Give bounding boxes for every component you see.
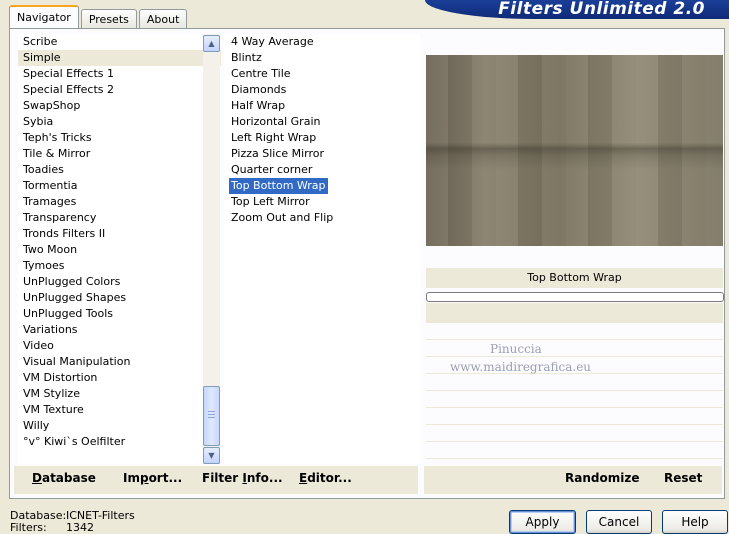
filter-item[interactable]: Top Left Mirror [229,194,312,210]
scroll-up-button[interactable]: ▲ [203,35,220,52]
cancel-button[interactable]: Cancel [586,510,652,534]
category-item[interactable]: VM Distortion [18,370,221,386]
category-item[interactable]: Tymoes [18,258,221,274]
progress-bar [426,292,724,302]
filters-count-label: Filters: [10,521,47,534]
category-item[interactable]: Tile & Mirror [18,146,221,162]
status-area: Database:ICNET-Filters Filters: 1342 [10,510,135,534]
filter-item[interactable]: Zoom Out and Flip [229,210,335,226]
toolbar-left: Database Import... Filter Info... Editor… [14,466,418,494]
tab-presets[interactable]: Presets [80,9,137,28]
filter-items: 4 Way Average Blintz Centre Tile Diamonds Ha… [224,34,420,226]
category-item[interactable]: Special Effects 2 [18,82,221,98]
filter-item[interactable]: Pizza Slice Mirror [229,146,326,162]
category-item[interactable]: VM Stylize [18,386,221,402]
filter-item[interactable]: Half Wrap [229,98,287,114]
filter-info-button[interactable]: Filter Info... [202,471,283,485]
toolbar-right: Randomize Reset [424,466,722,494]
category-item[interactable]: Scribe [18,34,221,50]
randomize-button[interactable]: Randomize [565,471,639,485]
parameter-row [426,408,723,425]
category-item[interactable]: Teph's Tricks [18,130,221,146]
filter-item[interactable]: Horizontal Grain [229,114,322,130]
filter-item[interactable]: Quarter corner [229,162,314,178]
chevron-up-icon: ▲ [208,39,215,48]
filter-list[interactable]: 4 Way Average Blintz Centre Tile Diamonds Ha… [224,34,420,464]
category-item[interactable]: Visual Manipulation [18,354,221,370]
category-item[interactable]: Tramages [18,194,221,210]
category-item[interactable]: SwapShop [18,98,221,114]
category-item[interactable]: Tormentia [18,178,221,194]
scroll-thumb[interactable] [203,386,220,446]
watermark: Pinuccia www.maidiregrafica.eu [450,340,591,376]
filter-item[interactable]: Centre Tile [229,66,293,82]
category-item[interactable]: Willy [18,418,221,434]
panel-toolbar: Database Import... Filter Info... Editor… [10,466,724,498]
parameter-row [426,442,723,459]
tab-about[interactable]: About [138,9,188,28]
app-title: Filters Unlimited 2.0 [498,0,705,19]
tab-navigator[interactable]: Navigator [9,5,79,28]
preview-filter-name: Top Bottom Wrap [426,268,723,288]
database-button[interactable]: Database [32,471,96,485]
category-item[interactable]: °v° Kiwi`s Oelfilter [18,434,221,450]
category-list[interactable]: Scribe Simple Special Effects 1 Special Eff… [18,34,221,464]
grip-line [208,411,215,412]
category-item[interactable]: Video [18,338,221,354]
reset-button[interactable]: Reset [664,471,702,485]
title-banner: Filters Unlimited 2.0 [425,0,729,19]
category-item[interactable]: Two Moon [18,242,221,258]
category-item[interactable]: UnPlugged Shapes [18,290,221,306]
category-item[interactable]: UnPlugged Tools [18,306,221,322]
watermark-url: www.maidiregrafica.eu [450,360,592,374]
filter-item[interactable]: Top Bottom Wrap [229,178,328,194]
filter-item[interactable]: Blintz [229,50,264,66]
chevron-down-icon: ▼ [208,451,215,460]
category-item[interactable]: Tronds Filters II [18,226,221,242]
filter-item[interactable]: 4 Way Average [229,34,316,50]
apply-button[interactable]: Apply [509,510,576,534]
navigator-panel: Scribe Simple Special Effects 1 Special Eff… [9,28,725,499]
tab-strip: Navigator Presets About [9,5,189,28]
parameter-row [426,391,723,408]
category-item[interactable]: Sybia [18,114,221,130]
watermark-name: Pinuccia [490,342,542,356]
filter-item[interactable]: Diamonds [229,82,288,98]
editor-button[interactable]: Editor... [299,471,352,485]
category-item[interactable]: Toadies [18,162,221,178]
import-button[interactable]: Import... [123,471,182,485]
filters-count-value: 1342 [66,521,94,534]
parameter-row [426,425,723,442]
grip-line [208,417,215,418]
category-item[interactable]: UnPlugged Colors [18,274,221,290]
category-item[interactable]: Special Effects 1 [18,66,221,82]
filter-item[interactable]: Left Right Wrap [229,130,318,146]
category-item[interactable]: Simple [18,50,221,66]
divider-strip [426,303,723,323]
help-button[interactable]: Help [662,510,728,534]
parameter-row [426,323,723,340]
category-item[interactable]: Transparency [18,210,221,226]
category-items: Scribe Simple Special Effects 1 Special Eff… [18,34,221,450]
category-scrollbar[interactable]: ▲ ▼ [203,34,220,464]
scroll-down-button[interactable]: ▼ [203,447,220,464]
parameter-row [426,374,723,391]
category-item[interactable]: VM Texture [18,402,221,418]
category-item[interactable]: Variations [18,322,221,338]
preview-image [426,55,723,246]
grip-line [208,414,215,415]
